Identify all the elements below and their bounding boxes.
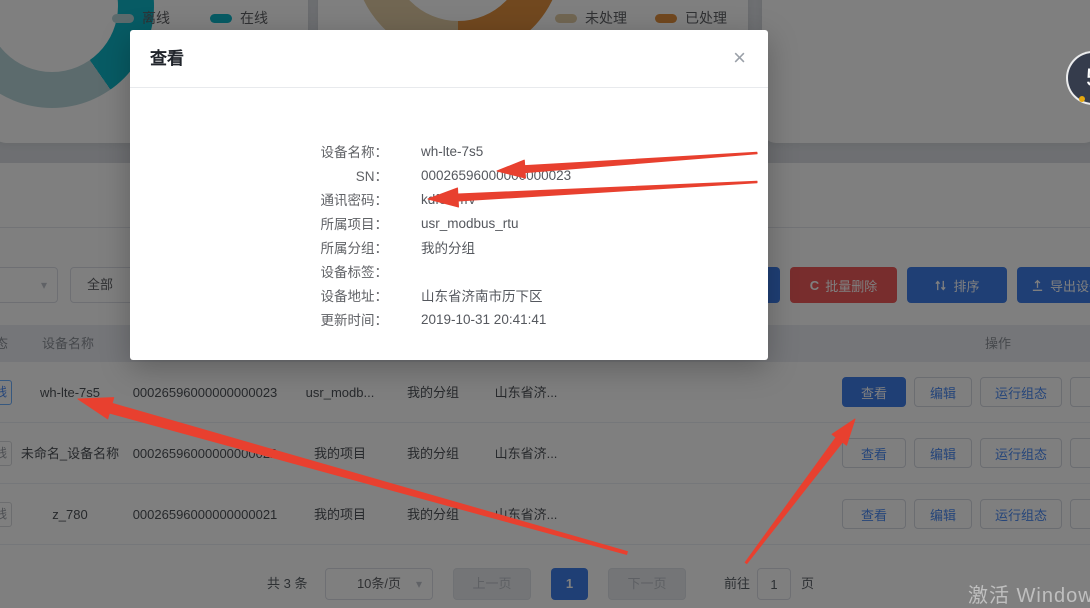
field-value: wh-lte-7s5 [421, 144, 483, 159]
field-project: 所属项目： usr_modbus_rtu [130, 211, 768, 235]
field-device-name: 设备名称： wh-lte-7s5 [130, 139, 768, 163]
field-address: 设备地址： 山东省济南市历下区 [130, 283, 768, 307]
field-label: 所属项目： [130, 213, 388, 233]
field-comm-password: 通讯密码： kdfolzmV [130, 187, 768, 211]
field-label: SN： [130, 165, 388, 185]
field-group: 所属分组： 我的分组 [130, 235, 768, 259]
field-label: 设备标签： [130, 261, 388, 281]
field-value: 我的分组 [421, 237, 475, 257]
field-sn: SN： 00026596000000000023 [130, 163, 768, 187]
field-update-time: 更新时间： 2019-10-31 20:41:41 [130, 307, 768, 331]
field-label: 设备地址： [130, 285, 388, 305]
field-value: 山东省济南市历下区 [421, 285, 543, 305]
step-badge-number: 5 [1086, 64, 1090, 93]
field-value: 2019-10-31 20:41:41 [421, 312, 546, 327]
windows-activation-watermark: 激活 Windows [968, 579, 1090, 608]
field-value: usr_modbus_rtu [421, 216, 519, 231]
field-label: 所属分组： [130, 237, 388, 257]
view-device-modal: 查看 × 设备名称： wh-lte-7s5 SN： 00026596000000… [130, 30, 768, 360]
field-value: kdfolzmV [421, 192, 477, 207]
step-badge-dot [1079, 96, 1085, 102]
field-label: 通讯密码： [130, 189, 388, 209]
field-tags: 设备标签： [130, 259, 768, 283]
modal-header: 查看 × [130, 30, 768, 88]
close-icon[interactable]: × [733, 45, 746, 71]
field-value: 00026596000000000023 [421, 168, 571, 183]
device-detail-fields: 设备名称： wh-lte-7s5 SN： 0002659600000000002… [130, 139, 768, 331]
field-label: 更新时间： [130, 309, 388, 329]
device-management-page: 离线 在线 未处理 已处理 ▾ 全部 [0, 0, 1090, 608]
field-label: 设备名称： [130, 141, 388, 161]
modal-title: 查看 [150, 30, 184, 88]
